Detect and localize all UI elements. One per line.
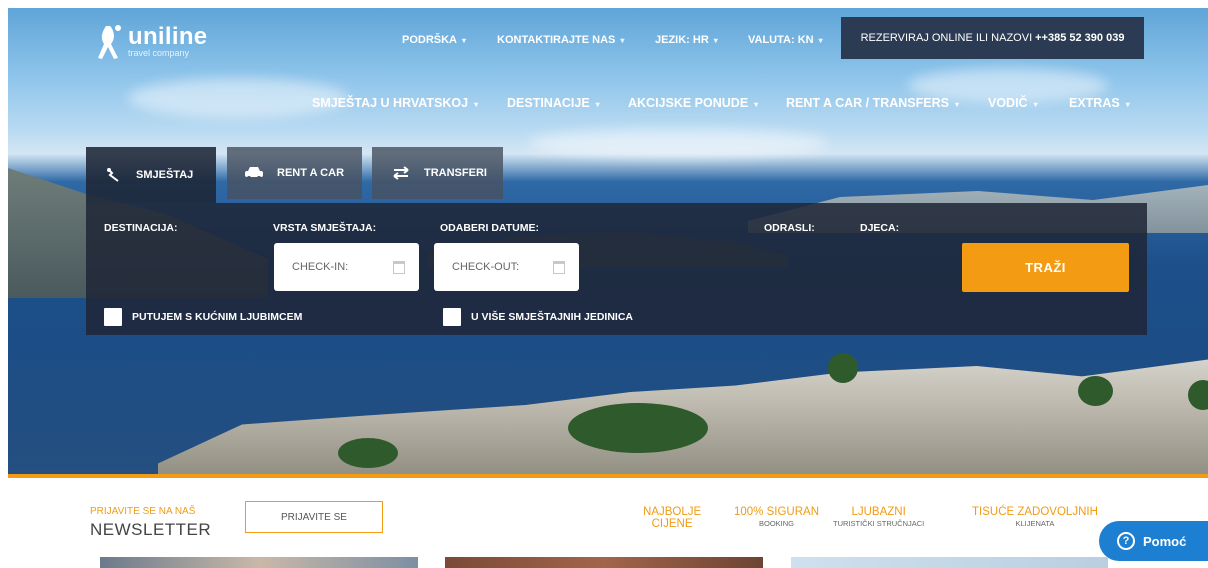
booking-phone: ++385 52 390 039 (1035, 32, 1125, 44)
feature-title: NAJBOLJE (643, 506, 702, 518)
newsletter-title: NEWSLETTER (90, 520, 212, 539)
help-button[interactable]: ? Pomoć (1099, 521, 1208, 561)
pet-checkbox[interactable]: PUTUJEM S KUĆNIM LJUBIMCEM (104, 308, 302, 326)
chevron-down-icon: ▾ (462, 36, 467, 45)
card-thumbnail[interactable] (100, 557, 418, 568)
checkin-input[interactable]: CHECK-IN: (274, 243, 419, 291)
question-icon: ? (1117, 532, 1135, 550)
topnav-support[interactable]: PODRŠKA ▾ (402, 34, 466, 46)
topnav-language[interactable]: JEZIK: HR ▾ (655, 34, 718, 46)
feature-happy-clients: TISUĆE ZADOVOLJNIH KLIJENATA (972, 506, 1098, 529)
feature-subtitle: CIJENE (651, 518, 693, 530)
feature-best-prices: NAJBOLJE CIJENE (643, 506, 701, 530)
feature-subtitle: TURISTIČKI STRUČNJACI (833, 519, 925, 528)
feature-subtitle: KLIJENATA (1015, 519, 1055, 528)
topnav-currency[interactable]: VALUTA: KN ▾ (748, 34, 823, 46)
booking-phone-box[interactable]: REZERVIRAJ ONLINE ILI NAZOVI ++385 52 39… (841, 17, 1144, 59)
bed-icon (102, 166, 124, 184)
topnav-contact[interactable]: KONTAKTIRAJTE NAS ▾ (497, 34, 624, 46)
logo-subtitle: travel company (128, 48, 190, 58)
tab-accommodation[interactable]: SMJEŠTAJ (86, 147, 216, 203)
logo[interactable]: uniline travel company (92, 22, 207, 62)
page: uniline travel company PODRŠKA ▾ KONTAKTI… (0, 0, 1208, 568)
calendar-icon (393, 260, 405, 274)
car-icon (243, 164, 265, 182)
feature-subtitle: BOOKING (759, 519, 795, 528)
label-type: VRSTA SMJEŠTAJA: (273, 222, 377, 234)
pet-label: PUTUJEM S KUĆNIM LJUBIMCEM (132, 311, 303, 323)
calendar-icon (553, 260, 565, 274)
tab-label: SMJEŠTAJ (136, 169, 194, 181)
card-thumbnail[interactable] (791, 557, 1108, 568)
logo-figure-icon (98, 25, 121, 59)
arrows-icon (390, 164, 412, 182)
chevron-down-icon: ▾ (1033, 100, 1038, 109)
newsletter-subscribe-button[interactable]: PRIJAVITE SE (245, 501, 383, 533)
help-label: Pomoć (1143, 533, 1187, 549)
feature-title: TISUĆE ZADOVOLJNIH (972, 506, 1098, 518)
label-children: DJECA: (860, 222, 900, 234)
newsletter-kicker: PRIJAVITE SE NA NAŠ (90, 506, 196, 517)
feature-friendly-experts: LJUBAZNI TURISTIČKI STRUČNJACI (833, 506, 924, 529)
logo-wordmark: uniline (128, 23, 208, 50)
tab-rent-a-car[interactable]: RENT A CAR (227, 147, 362, 199)
checkout-placeholder: CHECK-OUT: (452, 261, 520, 273)
mainnav-guide[interactable]: VODIČ ▾ (988, 96, 1038, 110)
chevron-down-icon: ▾ (954, 100, 959, 109)
chevron-down-icon: ▾ (754, 100, 759, 109)
multi-unit-checkbox[interactable]: U VIŠE SMJEŠTAJNIH JEDINICA (443, 308, 633, 326)
chevron-down-icon: ▾ (595, 100, 600, 109)
feature-title: LJUBAZNI (851, 506, 906, 518)
label-dates: ODABERI DATUME: (440, 222, 539, 234)
checkin-placeholder: CHECK-IN: (292, 261, 349, 273)
mainnav-extras[interactable]: EXTRAS ▾ (1069, 96, 1130, 110)
checkbox-box[interactable] (443, 308, 461, 326)
chevron-down-icon: ▾ (474, 100, 479, 109)
chevron-down-icon: ▾ (620, 36, 625, 45)
card-thumbnail[interactable] (445, 557, 763, 568)
search-button[interactable]: TRAŽI (962, 243, 1129, 292)
multi-unit-label: U VIŠE SMJEŠTAJNIH JEDINICA (471, 311, 634, 323)
checkout-input[interactable]: CHECK-OUT: (434, 243, 579, 291)
mainnav-destinations[interactable]: DESTINACIJE ▾ (507, 96, 600, 110)
booking-text: REZERVIRAJ ONLINE ILI NAZOVI (860, 32, 1033, 44)
label-adults: ODRASLI: (764, 222, 815, 234)
mainnav-deals[interactable]: AKCIJSKE PONUDE ▾ (628, 96, 758, 110)
chevron-down-icon: ▾ (1125, 100, 1130, 109)
checkbox-box[interactable] (104, 308, 122, 326)
tab-transfers[interactable]: TRANSFERI (372, 147, 503, 199)
feature-secure-booking: 100% SIGURAN BOOKING (734, 506, 819, 529)
mainnav-rentacar[interactable]: RENT A CAR / TRANSFERS ▾ (786, 96, 959, 110)
mainnav-accommodation[interactable]: SMJEŠTAJ U HRVATSKOJ ▾ (312, 96, 478, 110)
tab-label: RENT A CAR (277, 167, 345, 179)
label-destination: DESTINACIJA: (104, 222, 178, 234)
chevron-down-icon: ▾ (713, 36, 718, 45)
feature-title: 100% SIGURAN (734, 506, 820, 518)
chevron-down-icon: ▾ (818, 36, 823, 45)
tab-label: TRANSFERI (424, 167, 487, 179)
